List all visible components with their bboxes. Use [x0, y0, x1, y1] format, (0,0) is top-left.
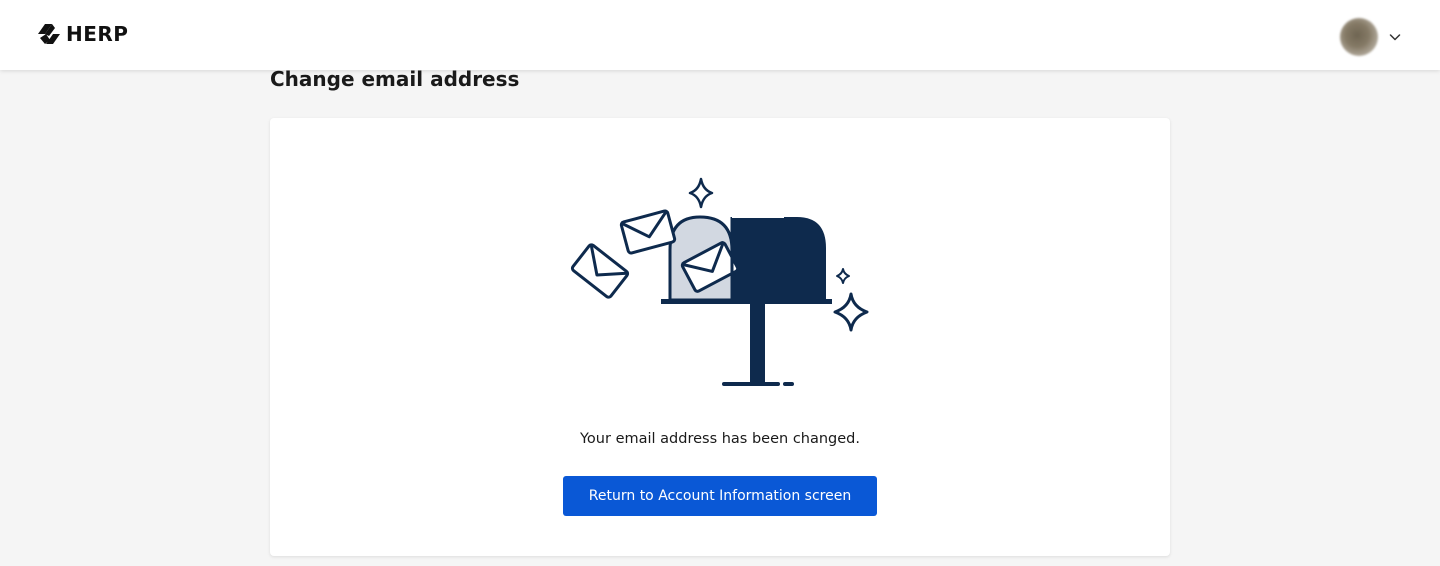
- user-menu[interactable]: [1340, 17, 1402, 57]
- logo-text: HERP: [66, 22, 129, 46]
- sparkle-icon: [833, 292, 869, 332]
- chevron-down-icon[interactable]: [1388, 30, 1402, 44]
- mailbox-illustration: [570, 177, 869, 386]
- top-header: HERP: [0, 0, 1440, 70]
- confirmation-message: Your email address has been changed.: [580, 430, 860, 447]
- page-title: Change email address: [270, 67, 520, 91]
- sparkle-icon: [836, 268, 850, 284]
- confirmation-card: Your email address has been changed. Ret…: [270, 118, 1170, 556]
- sparkle-icon: [688, 177, 714, 209]
- herp-logo[interactable]: HERP: [36, 22, 128, 46]
- return-to-account-info-button[interactable]: Return to Account Information screen: [563, 476, 877, 516]
- avatar[interactable]: [1340, 18, 1378, 56]
- herp-logo-icon: [38, 24, 60, 44]
